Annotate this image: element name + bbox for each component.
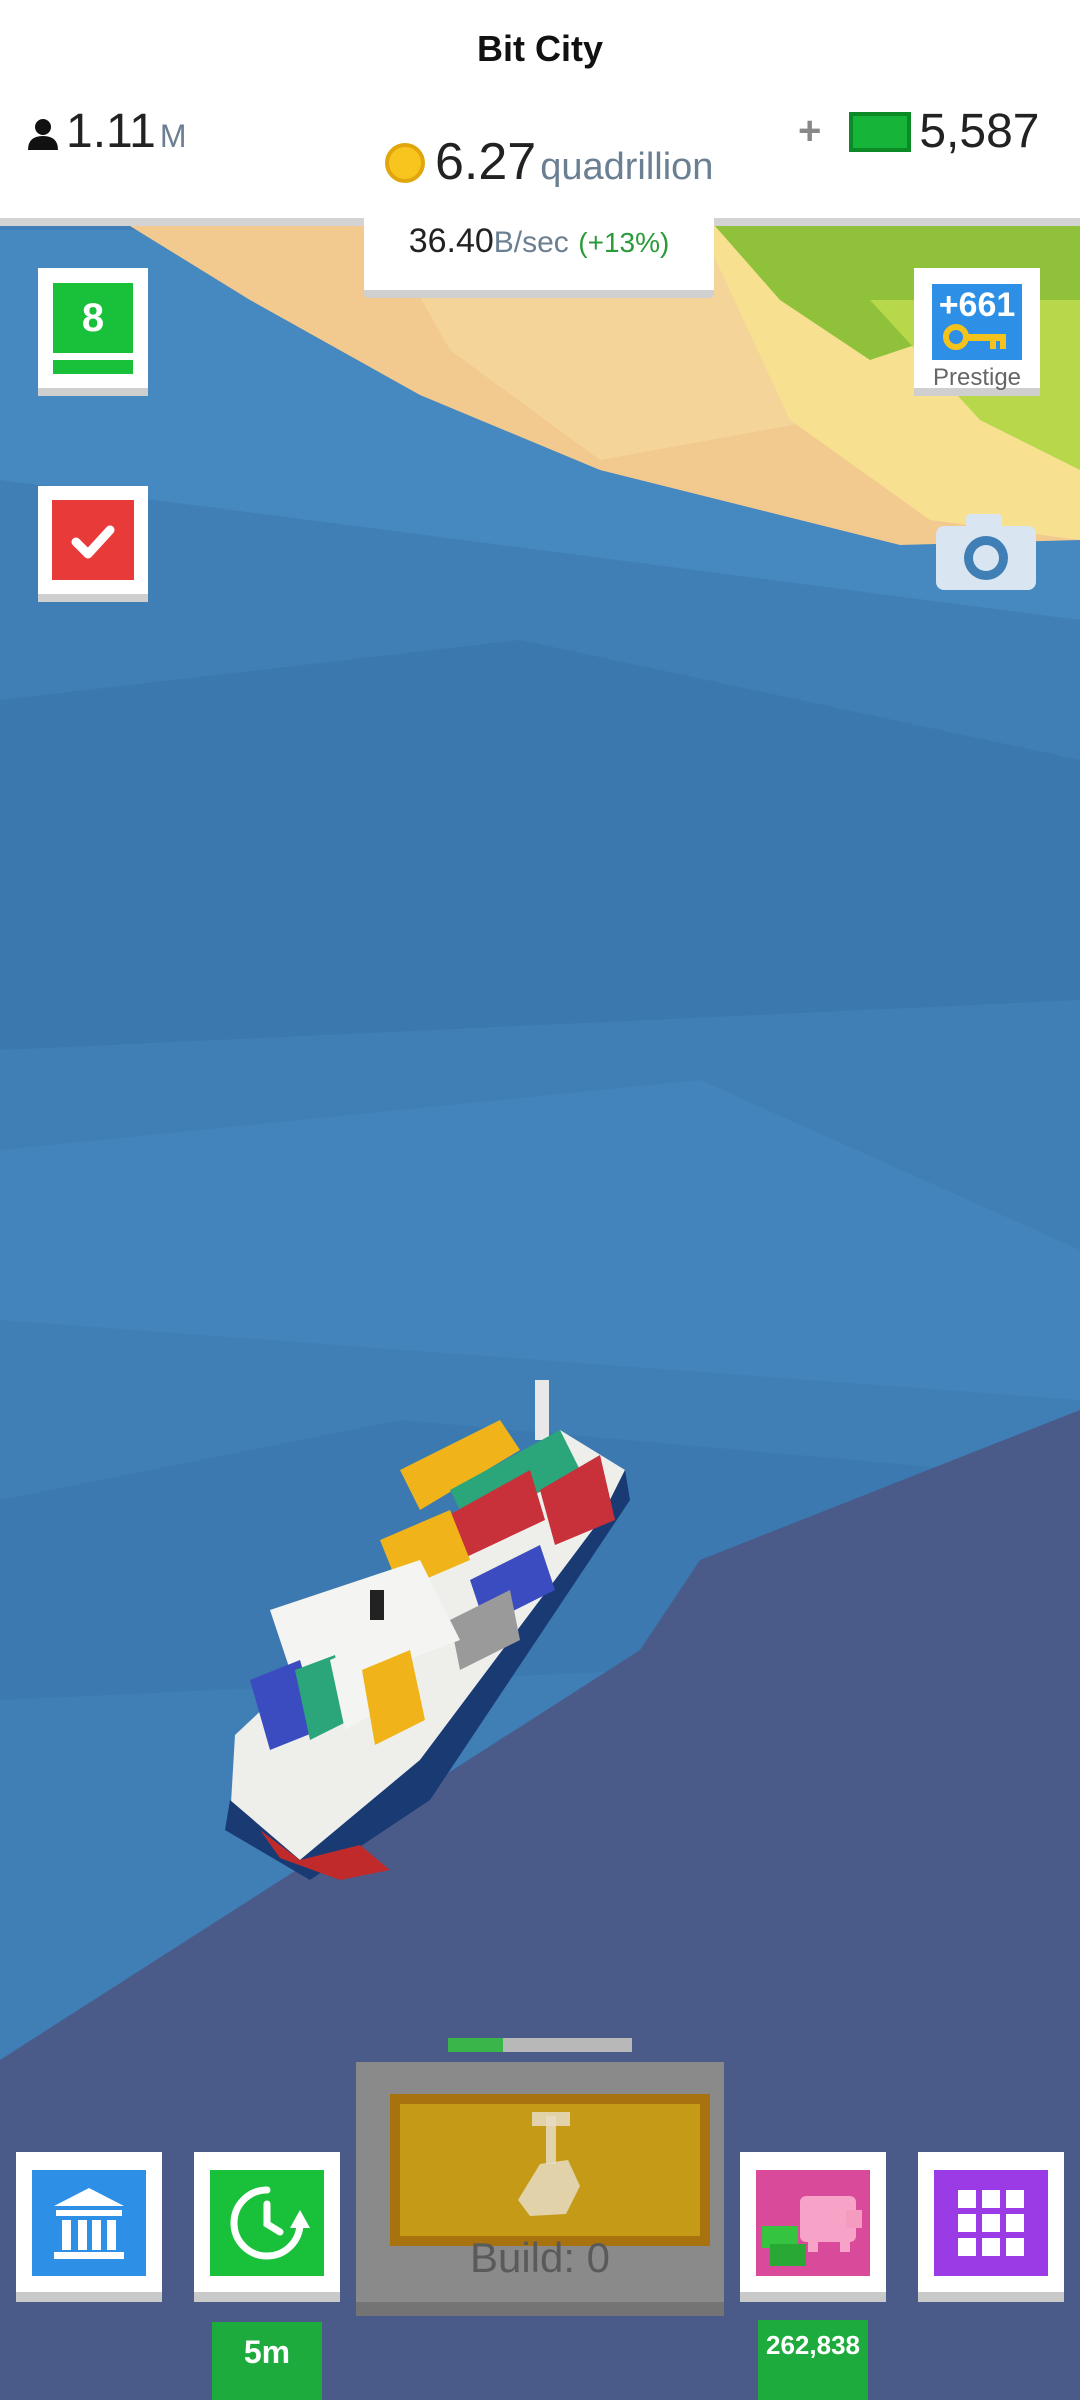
coin-icon [385,143,425,183]
money-unit: quadrillion [540,146,714,188]
person-icon [28,119,58,150]
rate-value: 36.40 [408,222,494,260]
timer-badge: 5m [212,2322,322,2400]
menu-button[interactable] [918,2152,1064,2302]
cash-counter[interactable]: + 5,587 [798,104,1039,159]
clock-refresh-icon [230,2186,310,2260]
piggy-bank-button[interactable] [740,2152,886,2302]
level-progress-bar [53,360,133,374]
piggy-bank-badge: 262,838 [758,2320,868,2400]
level-button[interactable]: 8 [38,268,148,396]
checkmark-icon [71,525,115,559]
bank-icon [54,2188,124,2259]
cash-value: 5,587 [919,105,1040,158]
cash-bill-icon [849,111,912,152]
prestige-label: Prestige [932,364,1022,391]
rate-unit: B/sec [493,226,569,259]
grid-menu-icon [958,2190,1024,2256]
population-counter[interactable]: 1.11 M [26,104,187,159]
camera-icon[interactable] [936,512,1036,592]
top-header: Bit City 1.11 M 6.27 quadrillion + 5,587 [0,0,1080,226]
income-rate: 36.40B/sec (+13%) [364,210,714,298]
population-unit: M [159,118,187,154]
timer-boost-button[interactable] [194,2152,340,2302]
money-counter: 6.27 quadrillion [385,132,713,192]
build-progress-bar [448,2038,632,2052]
prestige-button[interactable]: +661 Prestige [914,268,1040,396]
bank-button[interactable] [16,2152,162,2302]
rate-bonus: (+13%) [578,227,670,258]
piggy-bank-icon [762,2196,862,2266]
population-value: 1.11 [66,105,156,158]
money-value: 6.27 [435,133,537,191]
city-name: Bit City [477,28,603,69]
hammer-hand-icon [518,2112,580,2216]
add-cash-button[interactable]: + [798,109,821,154]
build-progress-fill [448,2038,504,2052]
build-button[interactable]: Build: 0 [356,2062,724,2316]
prestige-amount: +661 [938,286,1016,324]
key-icon [943,324,1006,350]
missions-button[interactable] [38,486,148,602]
build-label: Build: 0 [469,2234,611,2281]
level-value: 8 [53,283,133,353]
